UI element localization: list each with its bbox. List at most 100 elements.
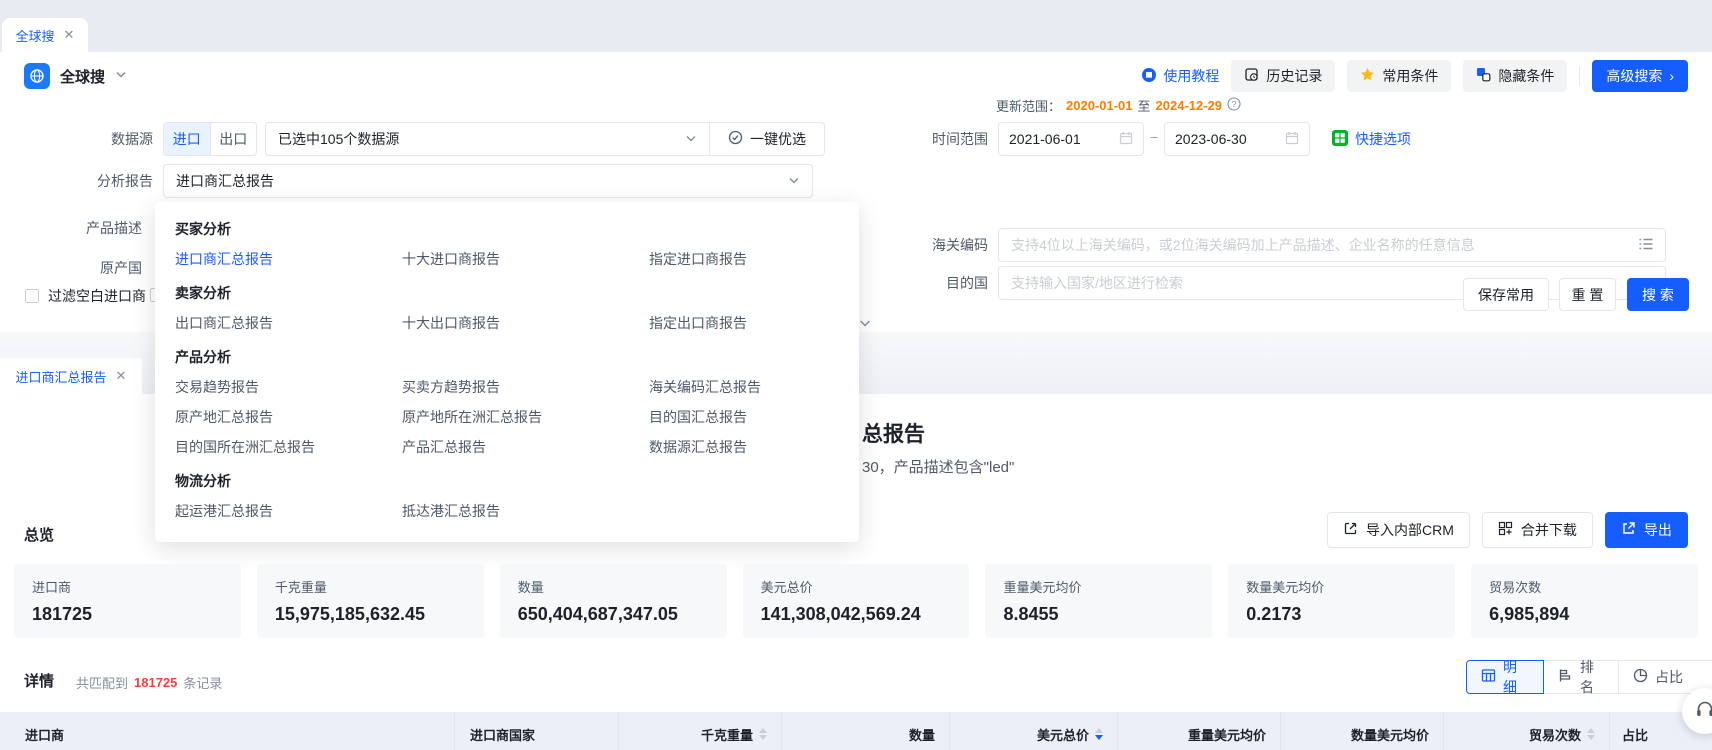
report-select[interactable]: 进口商汇总报告: [163, 164, 813, 198]
advanced-search-button[interactable]: 高级搜索 ›: [1592, 60, 1688, 92]
card-kg-weight: 千克重量 15,975,185,632.45: [257, 564, 484, 638]
quick-options-link[interactable]: 快捷选项: [1332, 129, 1411, 149]
search-button[interactable]: 搜 索: [1627, 278, 1689, 311]
favorites-button[interactable]: 常用条件: [1347, 60, 1451, 92]
dropdown-item-origin-summary[interactable]: 原产地汇总报告: [175, 402, 402, 432]
data-source-selected-text: 已选中105个数据源: [278, 129, 399, 149]
tab-import[interactable]: 进口: [164, 123, 210, 155]
dropdown-item-arrival-port-summary[interactable]: 抵达港汇总报告: [402, 496, 649, 526]
dropdown-item-product-summary[interactable]: 产品汇总报告: [402, 432, 649, 462]
data-source-select[interactable]: 已选中105个数据源: [266, 123, 709, 155]
col-usd-total[interactable]: 美元总价: [950, 712, 1118, 750]
dropdown-item-destination-continent-summary[interactable]: 目的国所在洲汇总报告: [175, 432, 402, 462]
view-detail-button[interactable]: 明细: [1466, 660, 1544, 694]
rank-view-icon: [1558, 668, 1573, 686]
dropdown-item-destination-summary[interactable]: 目的国汇总报告: [649, 402, 859, 432]
product-desc-label: 产品描述: [32, 218, 142, 238]
browser-tab-label: 全球搜: [16, 26, 55, 45]
col-label: 美元总价: [1037, 725, 1089, 744]
col-usd-per-weight[interactable]: 重量美元均价: [1118, 712, 1281, 750]
card-value: 8.8455: [1003, 604, 1194, 625]
history-button[interactable]: 历史记录: [1231, 60, 1335, 92]
col-quantity[interactable]: 数量: [782, 712, 950, 750]
import-crm-label: 导入内部CRM: [1366, 520, 1454, 540]
destination-placeholder: 支持输入国家/地区进行检索: [1011, 273, 1183, 293]
close-icon[interactable]: ✕: [64, 27, 75, 43]
one-click-optimize-button[interactable]: 一键优选: [709, 123, 824, 155]
card-label: 千克重量: [275, 577, 466, 596]
card-label: 贸易次数: [1489, 577, 1680, 596]
question-circle-icon[interactable]: ?: [1227, 97, 1241, 114]
history-icon: [1244, 67, 1259, 85]
view-share-label: 占比: [1655, 667, 1683, 687]
card-label: 美元总价: [761, 577, 952, 596]
export-button[interactable]: 导出: [1605, 512, 1688, 548]
dropdown-grid: 出口商汇总报告 十大出口商报告 指定出口商报告: [155, 308, 859, 338]
sort-icon[interactable]: [759, 728, 767, 740]
calendar-icon: [1285, 131, 1299, 148]
collapse-panel-icon[interactable]: [858, 316, 872, 335]
dropdown-item-importer-summary[interactable]: 进口商汇总报告: [175, 244, 402, 274]
col-label: 进口商国家: [470, 725, 535, 744]
dropdown-item-specified-exporter[interactable]: 指定出口商报告: [649, 308, 859, 338]
sort-icon-active-desc[interactable]: [1095, 728, 1103, 740]
tutorial-link[interactable]: 使用教程: [1141, 66, 1219, 86]
dropdown-item-hs-code-summary[interactable]: 海关编码汇总报告: [649, 372, 859, 402]
save-common-button[interactable]: 保存常用: [1463, 278, 1549, 311]
dropdown-item-trade-trend[interactable]: 交易趋势报告: [175, 372, 402, 402]
dropdown-item-datasource-summary[interactable]: 数据源汇总报告: [649, 432, 859, 462]
hs-code-input[interactable]: 支持4位以上海关编码，或2位海关编码加上产品描述、企业名称的任意信息: [998, 228, 1666, 262]
col-label: 数量美元均价: [1351, 725, 1429, 744]
dropdown-item-exporter-summary[interactable]: 出口商汇总报告: [175, 308, 402, 338]
result-tab-label: 进口商汇总报告: [16, 367, 107, 386]
view-rank-button[interactable]: 排名: [1543, 660, 1619, 694]
import-crm-button[interactable]: 导入内部CRM: [1327, 512, 1470, 548]
card-usd-total: 美元总价 141,308,042,569.24: [743, 564, 970, 638]
hs-code-label: 海关编码: [878, 235, 988, 255]
page-title: 全球搜: [60, 66, 105, 87]
col-usd-per-qty[interactable]: 数量美元均价: [1281, 712, 1444, 750]
data-source-group: 已选中105个数据源 一键优选: [265, 122, 825, 156]
list-icon[interactable]: [1638, 237, 1654, 254]
card-trade-count: 贸易次数 6,985,894: [1471, 564, 1698, 638]
dropdown-item-specified-importer[interactable]: 指定进口商报告: [649, 244, 859, 274]
hide-conditions-label: 隐藏条件: [1498, 66, 1554, 86]
merge-icon: [1498, 521, 1513, 539]
chevron-down-icon: [115, 67, 127, 85]
result-tab-importer-summary[interactable]: 进口商汇总报告 ✕: [0, 358, 142, 394]
dropdown-item-buyer-seller-trend[interactable]: 买卖方趋势报告: [402, 372, 649, 402]
browser-tab-global-search[interactable]: 全球搜 ✕: [2, 18, 88, 52]
col-importer[interactable]: 进口商: [0, 712, 455, 750]
checkbox-icon[interactable]: [25, 289, 39, 303]
reset-button[interactable]: 重 置: [1559, 278, 1616, 311]
col-trade-count[interactable]: 贸易次数: [1444, 712, 1610, 750]
col-importer-country[interactable]: 进口商国家: [455, 712, 619, 750]
dropdown-section-logistics: 物流分析: [155, 462, 859, 496]
dropdown-item-departure-port-summary[interactable]: 起运港汇总报告: [175, 496, 402, 526]
card-value: 650,404,687,347.05: [518, 604, 709, 625]
merge-download-button[interactable]: 合并下载: [1482, 512, 1593, 548]
hide-conditions-button[interactable]: 隐藏条件: [1463, 60, 1567, 92]
card-label: 重量美元均价: [1003, 577, 1194, 596]
dropdown-item-top10-exporter[interactable]: 十大出口商报告: [402, 308, 649, 338]
tab-export[interactable]: 出口: [210, 123, 257, 155]
import-icon: [1343, 521, 1358, 539]
one-click-optimize-label: 一键优选: [750, 129, 806, 149]
overview-heading: 总览: [24, 524, 54, 545]
report-label: 分析报告: [43, 171, 153, 191]
dropdown-item-top10-importer[interactable]: 十大进口商报告: [402, 244, 649, 274]
col-kg-weight[interactable]: 千克重量: [619, 712, 782, 750]
time-range-end-input[interactable]: 2023-06-30: [1164, 122, 1310, 156]
dropdown-item-origin-continent-summary[interactable]: 原产地所在洲汇总报告: [402, 402, 649, 432]
time-range-end-value: 2023-06-30: [1175, 131, 1247, 147]
close-icon[interactable]: ✕: [116, 368, 127, 384]
time-range-start-input[interactable]: 2021-06-01: [998, 122, 1144, 156]
browser-tab-bar: 全球搜 ✕: [0, 0, 1712, 52]
filter-blank-importer-checkbox[interactable]: 过滤空白进口商: [25, 286, 146, 306]
check-circle-icon: [728, 130, 743, 148]
app-switcher[interactable]: 全球搜: [24, 63, 127, 89]
sort-icon[interactable]: [1587, 728, 1595, 740]
date-separator: –: [1146, 129, 1162, 144]
overview-cards: 进口商 181725 千克重量 15,975,185,632.45 数量 650…: [14, 564, 1698, 638]
quick-options-icon: [1332, 130, 1348, 149]
